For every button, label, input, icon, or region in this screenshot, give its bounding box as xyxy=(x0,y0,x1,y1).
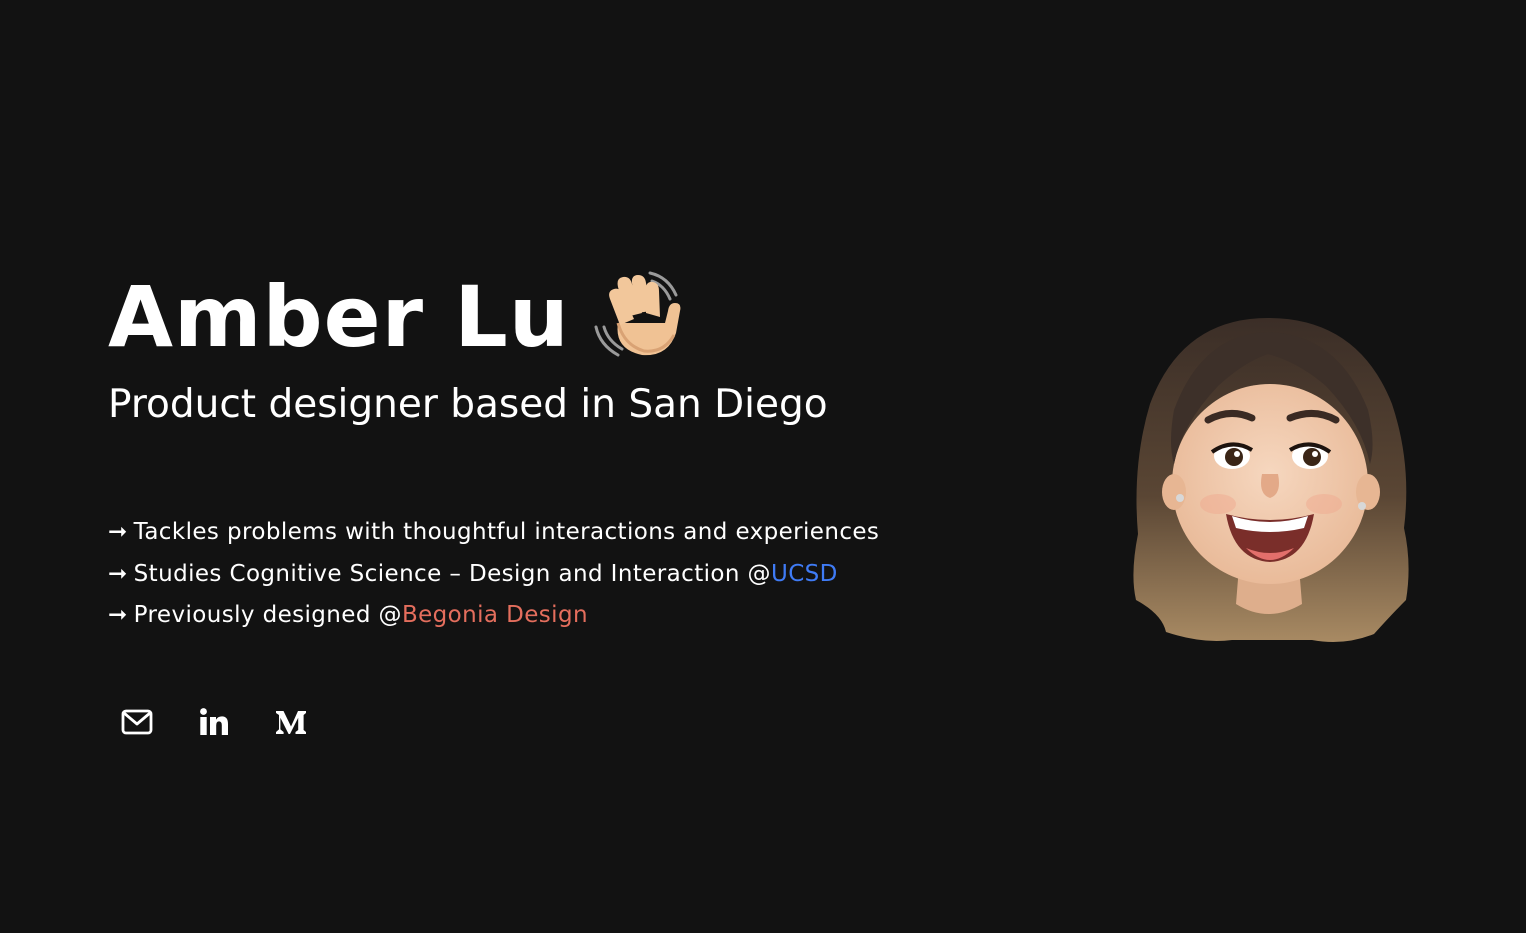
arrow-icon: ➞ xyxy=(108,560,128,587)
arrow-icon: ➞ xyxy=(108,519,128,545)
mail-icon xyxy=(121,709,153,735)
bullet-text: Tackles problems with thoughtful interac… xyxy=(133,519,880,545)
medium-icon xyxy=(275,709,307,735)
bullet-list: ➞ Tackles problems with thoughtful intera… xyxy=(108,512,879,637)
linkedin-icon xyxy=(199,707,229,737)
subtitle: Product designer based in San Diego xyxy=(108,382,828,427)
email-button[interactable] xyxy=(108,696,165,748)
list-item: ➞ Studies Cognitive Science – Design and … xyxy=(108,554,879,596)
bullet-text: Studies Cognitive Science – Design and I… xyxy=(133,560,771,587)
linkedin-button[interactable] xyxy=(185,696,242,748)
name-row: Amber Lu xyxy=(108,262,1008,372)
begonia-design-link[interactable]: Begonia Design xyxy=(402,602,588,628)
avatar xyxy=(1122,314,1414,650)
page-title: Amber Lu xyxy=(108,268,570,366)
list-item: ➞ Previously designed @Begonia Design xyxy=(108,595,879,637)
social-links xyxy=(108,696,319,748)
waving-hand-icon xyxy=(590,265,690,365)
arrow-icon: ➞ xyxy=(108,602,128,628)
hero-section: Amber Lu Product designer based in San D… xyxy=(108,262,1008,461)
list-item: ➞ Tackles problems with thoughtful intera… xyxy=(108,512,879,554)
medium-button[interactable] xyxy=(262,696,319,748)
ucsd-link[interactable]: UCSD xyxy=(771,561,838,587)
memoji-avatar-icon xyxy=(1133,318,1409,642)
bullet-text: Previously designed @ xyxy=(133,602,402,628)
